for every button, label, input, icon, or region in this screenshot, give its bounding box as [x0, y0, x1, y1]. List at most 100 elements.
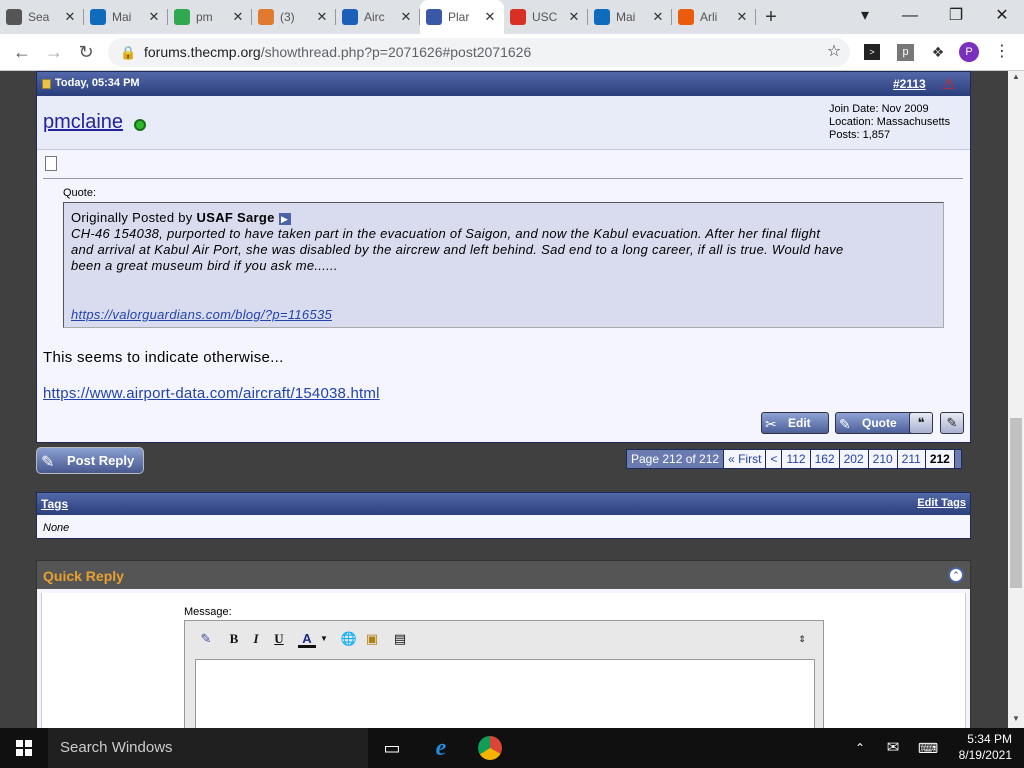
browser-tab[interactable]: (3) ✕ [252, 0, 336, 34]
remove-format-icon[interactable]: ✎ [197, 630, 215, 648]
browser-tab[interactable]: Plar ✕ [420, 0, 504, 34]
forward-icon[interactable]: → [42, 40, 66, 64]
notification-icon[interactable]: ✉ [881, 736, 905, 760]
editor-toolbar: ✎ B I U A ▼ 🌐 ▣ ▤ ⇕ [185, 621, 823, 659]
page-link[interactable]: 210 [867, 450, 897, 468]
pagination: Page 212 of 212 « First < 112 162 202 21… [626, 449, 962, 469]
insert-quote-icon[interactable]: ▤ [391, 630, 409, 648]
show-hidden-icons[interactable]: ⌃ [848, 736, 872, 760]
post-body-text: This seems to indicate otherwise... [43, 349, 284, 366]
scroll-down-icon[interactable]: ▼ [1008, 714, 1024, 723]
browser-tab[interactable]: pm ✕ [168, 0, 252, 34]
browser-tab[interactable]: Mai ✕ [588, 0, 672, 34]
scroll-up-icon[interactable]: ▲ [1008, 72, 1024, 81]
tab-label: Airc [364, 10, 385, 24]
close-tab-icon[interactable]: ✕ [146, 9, 162, 25]
edge-icon[interactable]: e [429, 736, 453, 760]
minimize-button[interactable]: — [888, 0, 932, 34]
message-label: Message: [184, 606, 232, 618]
browser-tab[interactable]: Arli ✕ [672, 0, 756, 34]
post-number-link[interactable]: #2113 [893, 77, 926, 91]
tags-title-link[interactable]: Tags [41, 497, 68, 511]
quote-link[interactable]: https://valorguardians.com/blog/?p=11653… [71, 307, 332, 323]
quote-box: Originally Posted by USAF Sarge ▶ CH-46 … [63, 202, 944, 328]
collapse-icon[interactable]: ⌃ [948, 567, 964, 583]
first-page-link[interactable]: « First [723, 450, 766, 468]
new-tab-button[interactable]: + [756, 0, 786, 34]
tab-label: (3) [280, 10, 295, 24]
font-color-dropdown-icon[interactable]: ▼ [315, 630, 333, 648]
tab-search-icon[interactable]: ▾ [843, 0, 887, 34]
online-status-icon [134, 119, 146, 131]
page-info: Page 212 of 212 [627, 450, 724, 468]
close-tab-icon[interactable]: ✕ [734, 9, 750, 25]
username-link[interactable]: pmclaine [43, 111, 123, 134]
forum-post: Today, 05:34 PM #2113 ⚠ pmclaine Join Da… [36, 71, 971, 443]
close-tab-icon[interactable]: ✕ [566, 9, 582, 25]
report-warning-icon[interactable]: ⚠ [942, 75, 958, 93]
multi-quote-button[interactable]: ❝ [909, 412, 933, 434]
pagination-menu[interactable] [953, 450, 961, 468]
browser-tab[interactable]: USC ✕ [504, 0, 588, 34]
edit-tags-link[interactable]: Edit Tags [917, 497, 966, 509]
font-color-button[interactable]: A [298, 630, 316, 648]
view-post-arrow-icon[interactable]: ▶ [278, 212, 291, 225]
page-link[interactable]: 211 [896, 450, 925, 468]
underline-button[interactable]: U [270, 630, 288, 648]
taskbar-search[interactable]: Search Windows [48, 728, 368, 768]
profile-avatar[interactable]: P [959, 42, 979, 62]
scrollbar-thumb[interactable] [1010, 418, 1022, 588]
vertical-scrollbar[interactable] [1008, 71, 1024, 728]
close-tab-icon[interactable]: ✕ [314, 9, 330, 25]
browser-tab[interactable]: Airc ✕ [336, 0, 420, 34]
address-bar[interactable]: 🔒 forums.thecmp.org/showthread.php?p=207… [108, 38, 850, 67]
menu-kebab-icon[interactable]: ⋮ [992, 42, 1012, 62]
close-tab-icon[interactable]: ✕ [398, 9, 414, 25]
quick-reply-header: Quick Reply ⌃ [37, 561, 970, 589]
edit-label: Edit [788, 416, 811, 430]
extension-terminal-icon[interactable]: > [864, 44, 880, 60]
post-divider [43, 178, 963, 179]
italic-button[interactable]: I [247, 630, 265, 648]
page-link[interactable]: 112 [781, 450, 810, 468]
windows-start-icon[interactable] [16, 740, 32, 756]
prev-page-link[interactable]: < [765, 450, 782, 468]
post-reply-label: Post Reply [67, 453, 135, 468]
message-textarea[interactable] [195, 659, 815, 728]
post-reply-icon: ✎ [41, 454, 55, 471]
quote-text-line-2: and arrival at Kabul Air Port, she was d… [71, 242, 844, 257]
extensions-puzzle-icon[interactable]: ❖ [928, 42, 948, 62]
extension-p-icon[interactable]: p [897, 44, 914, 61]
chrome-icon[interactable] [478, 736, 502, 760]
bookmark-star-icon[interactable]: ☆ [824, 42, 844, 62]
task-view-icon[interactable]: ▭ [380, 736, 404, 760]
close-tab-icon[interactable]: ✕ [230, 9, 246, 25]
tab-label: Plar [448, 10, 470, 24]
close-tab-icon[interactable]: ✕ [482, 9, 498, 25]
close-window-button[interactable]: ✕ [980, 0, 1024, 34]
browser-tab[interactable]: Mai ✕ [84, 0, 168, 34]
quick-reply-title: Quick Reply [43, 568, 124, 584]
close-tab-icon[interactable]: ✕ [62, 9, 78, 25]
quick-reply-section: Quick Reply ⌃ Message: ✎ B I U A ▼ 🌐 ▣ ▤… [36, 560, 971, 728]
close-tab-icon[interactable]: ✕ [650, 9, 666, 25]
forum-icon [426, 9, 442, 25]
resize-editor-icon[interactable]: ⇕ [793, 630, 811, 648]
keyboard-icon[interactable]: ⌨ [916, 736, 940, 760]
system-clock[interactable]: 5:34 PM 8/19/2021 [950, 731, 1012, 763]
restore-button[interactable]: ❐ [934, 0, 978, 34]
reload-icon[interactable]: ↻ [74, 40, 98, 64]
url-path: /showthread.php?p=2071626#post2071626 [260, 44, 532, 60]
post-body-link[interactable]: https://www.airport-data.com/aircraft/15… [43, 385, 380, 402]
insert-link-icon[interactable]: 🌐 [340, 630, 358, 648]
back-icon[interactable]: ← [10, 40, 34, 64]
edit-button[interactable]: ✂ Edit [761, 412, 829, 434]
quick-reply-button[interactable]: ✎ [940, 412, 964, 434]
current-page: 212 [924, 450, 954, 468]
insert-image-icon[interactable]: ▣ [363, 630, 381, 648]
page-link[interactable]: 162 [809, 450, 839, 468]
post-reply-button[interactable]: ✎ Post Reply [36, 447, 144, 474]
page-link[interactable]: 202 [838, 450, 868, 468]
browser-tab[interactable]: Sea ✕ [0, 0, 84, 34]
bold-button[interactable]: B [225, 630, 243, 648]
